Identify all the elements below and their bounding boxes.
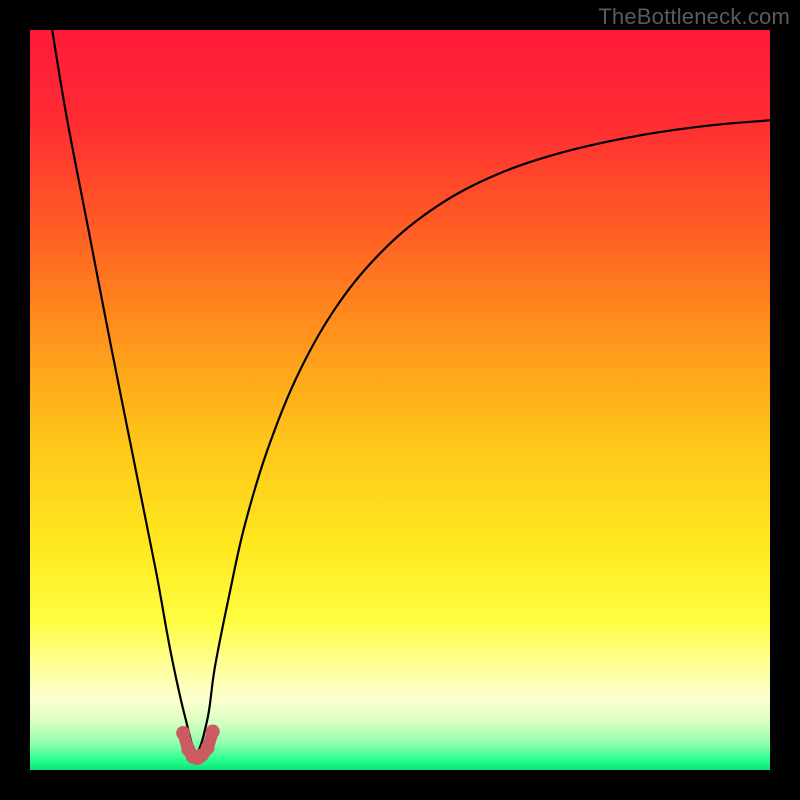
curve-layer [30,30,770,770]
bottleneck-curve [52,30,770,752]
watermark-label: TheBottleneck.com [598,4,790,30]
plot-area [30,30,770,770]
bottleneck-marker-connector [183,732,213,759]
chart-frame: TheBottleneck.com [0,0,800,800]
